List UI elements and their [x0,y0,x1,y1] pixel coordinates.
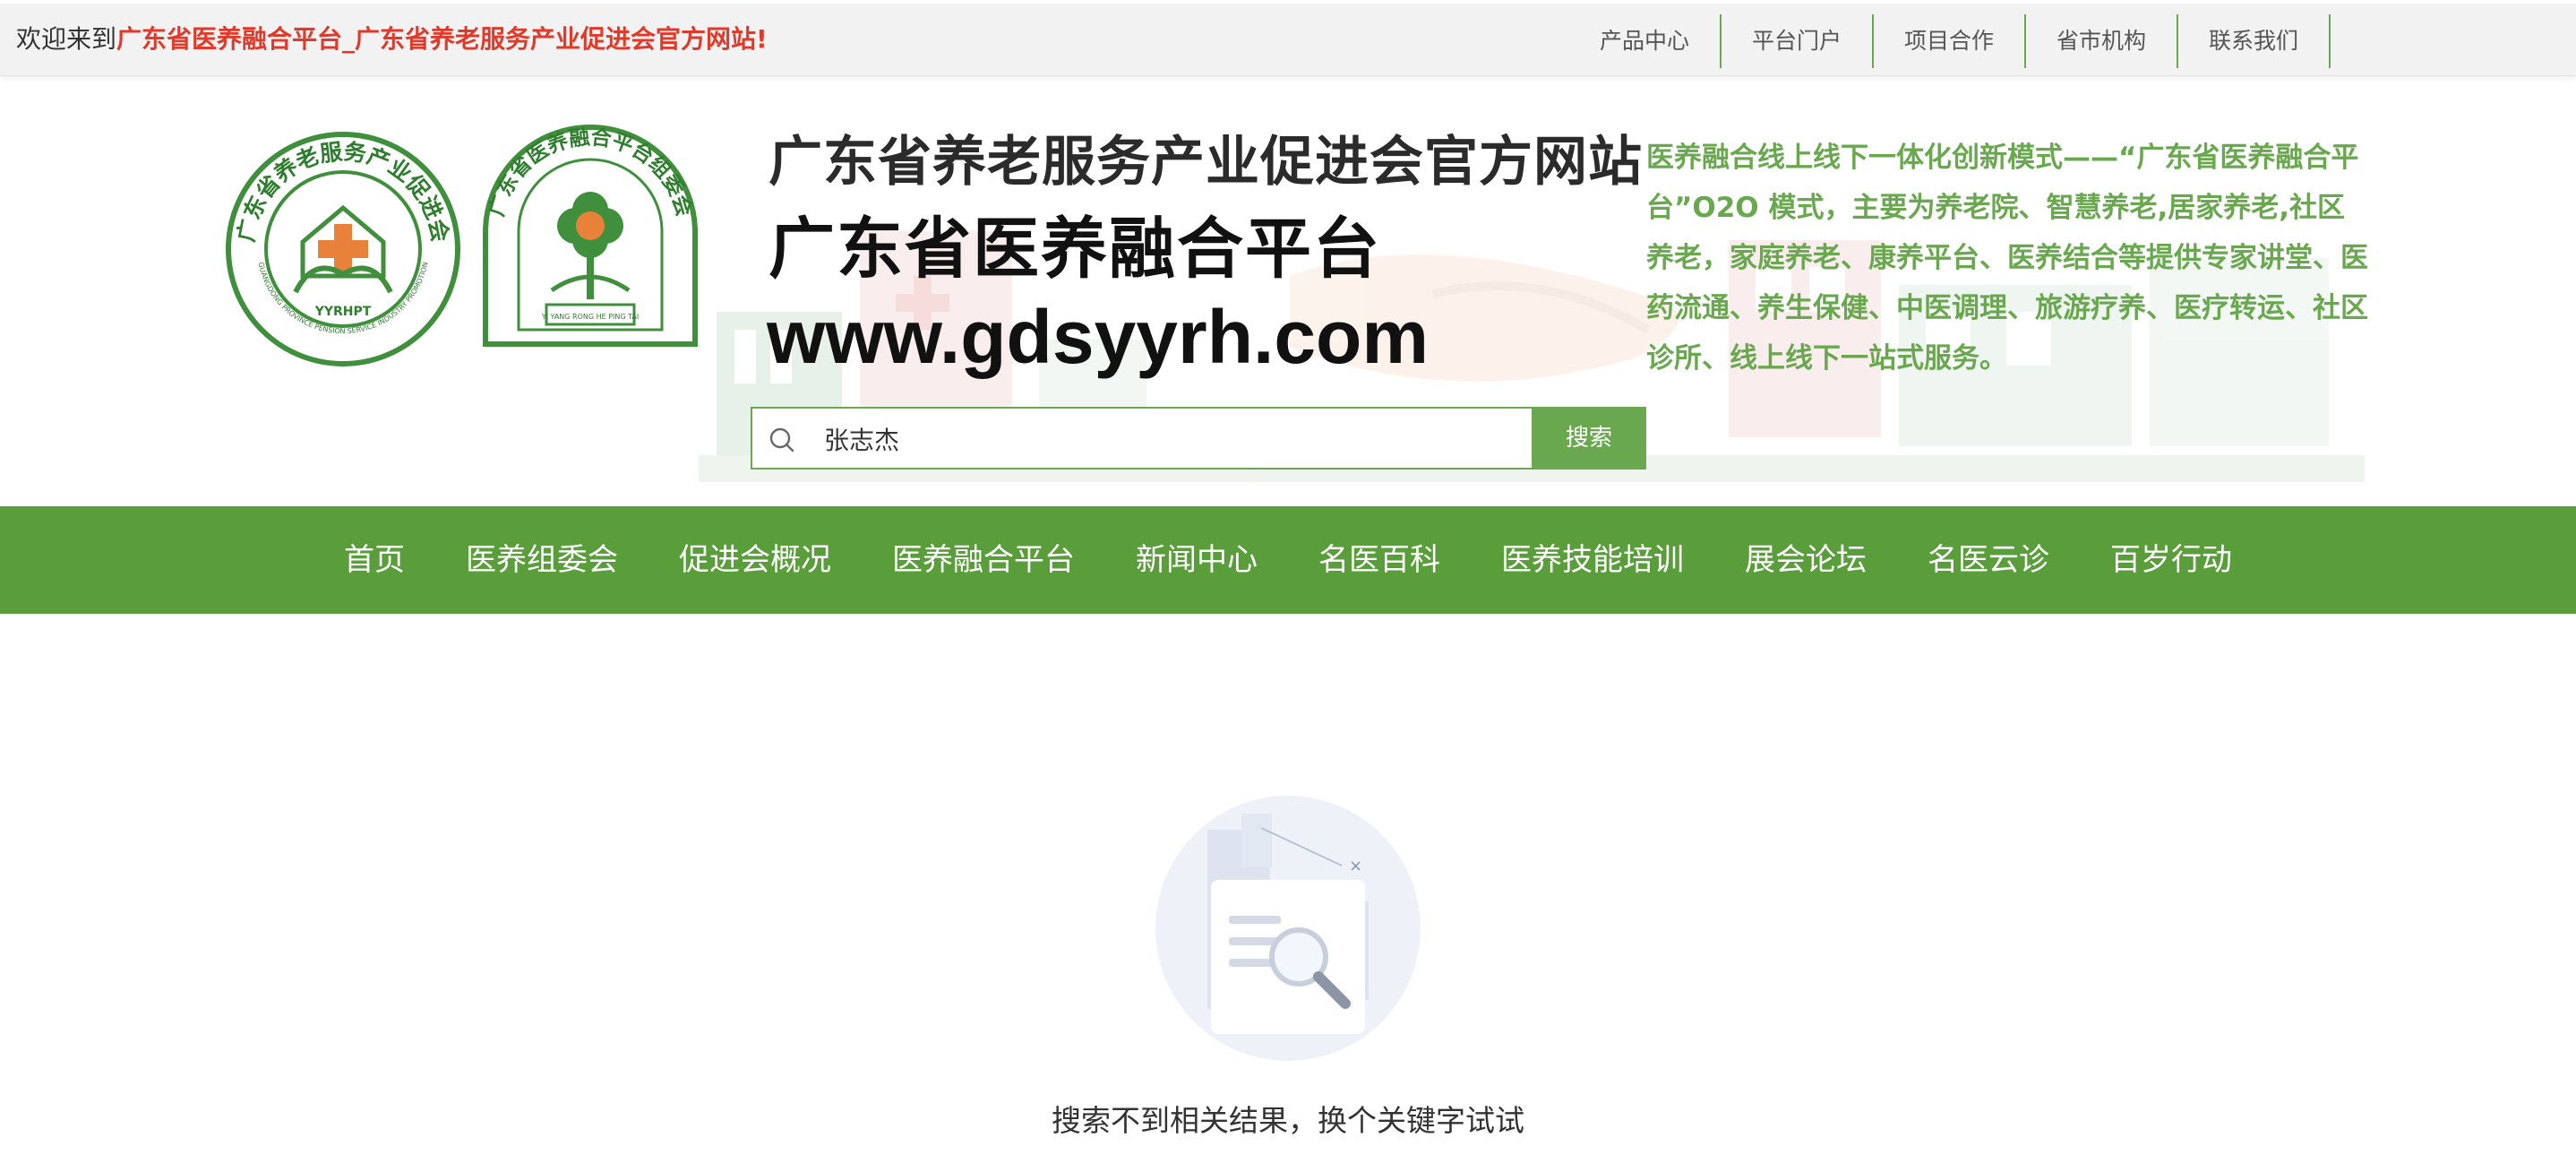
search-input[interactable] [822,416,1363,462]
search-icon [769,427,794,452]
nav-exhibitions-forums[interactable]: 展会论坛 [1714,506,1897,614]
nav-association-overview[interactable]: 促进会概况 [648,506,862,614]
nav-skills-training[interactable]: 医养技能培训 [1471,506,1714,614]
welcome-highlight: 广东省医养融合平台_广东省养老服务产业促进会官方网站! [116,24,768,54]
top-link-institutions[interactable]: 省市机构 [2026,14,2178,68]
main-nav: 首页 医养组委会 促进会概况 医养融合平台 新闻中心 名医百科 医养技能培训 展… [0,506,2576,614]
search-button[interactable]: 搜索 [1532,407,1646,470]
nav-doctor-encyclopedia[interactable]: 名医百科 [1288,506,1471,614]
nav-centenarian-action[interactable]: 百岁行动 [2080,506,2263,614]
top-link-products[interactable]: 产品中心 [1569,14,1722,68]
integration-platform-committee-logo: 广东省医养融合平台组委会 YI YANG RONG HE PING TAI [483,124,698,347]
welcome-message: 欢迎来到广东省医养融合平台_广东省养老服务产业促进会官方网站! [16,4,768,75]
no-results-message: 搜索不到相关结果，换个关键字试试 [1052,1103,1524,1138]
nav-cloud-consultation[interactable]: 名医云诊 [1897,506,2080,614]
svg-text:×: × [1349,857,1362,875]
logo1-abbr: YYRHPT [314,305,372,319]
welcome-prefix: 欢迎来到 [16,24,117,54]
nav-committee[interactable]: 医养组委会 [435,506,648,614]
logo2-english-text: YI YANG RONG HE PING TAI [541,313,639,321]
site-domain: www.gdsyyrh.com [767,295,1430,379]
association-site-title: 广东省养老服务产业促进会官方网站 [769,131,1643,194]
top-links: 产品中心 平台门户 项目合作 省市机构 联系我们 [1569,14,2331,72]
top-link-portal[interactable]: 平台门户 [1722,14,1874,68]
site-header: 广东省养老服务产业促进会 GUANGDONG PROVINCE PENSION … [0,79,2576,505]
nav-home[interactable]: 首页 [313,506,435,614]
top-link-contact[interactable]: 联系我们 [2178,14,2331,68]
search-bar: 搜索 [751,407,1646,470]
top-link-cooperation[interactable]: 项目合作 [1874,14,2026,68]
platform-intro-text: 医养融合线上线下一体化创新模式——“广东省医养融合平台”O2O 模式，主要为养老… [1646,142,2368,375]
no-results-illustration: × [1155,796,1421,1061]
platform-title: 广东省医养融合平台 [769,211,1381,288]
promotion-association-logo: 广东省养老服务产业促进会 GUANGDONG PROVINCE PENSION … [226,132,460,366]
top-bar: 欢迎来到广东省医养融合平台_广东省养老服务产业促进会官方网站! 产品中心 平台门… [0,4,2576,76]
nav-news-center[interactable]: 新闻中心 [1105,506,1288,614]
nav-integration-platform[interactable]: 医养融合平台 [862,506,1105,614]
